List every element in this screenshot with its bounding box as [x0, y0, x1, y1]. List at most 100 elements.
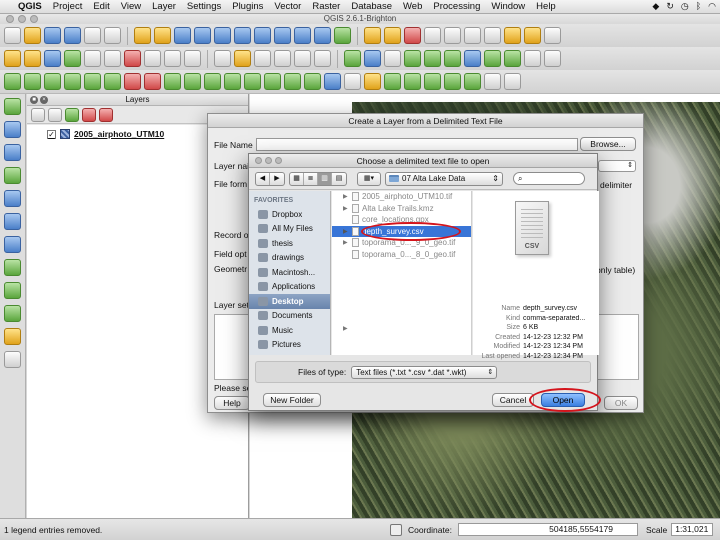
- expand-all-icon[interactable]: [82, 107, 96, 122]
- wifi-icon[interactable]: ◠: [708, 1, 716, 12]
- menu-vector[interactable]: Vector: [274, 1, 301, 12]
- filter-legend-icon[interactable]: [65, 107, 79, 122]
- zoom-in-icon[interactable]: [174, 27, 191, 44]
- grid-icon[interactable]: [544, 50, 561, 67]
- dropbox-status-icon[interactable]: ◆: [652, 1, 659, 12]
- statistics-icon[interactable]: [464, 27, 481, 44]
- save-edits-icon[interactable]: [44, 50, 61, 67]
- sidebar-item-desktop[interactable]: Desktop: [249, 294, 330, 309]
- field-calculator-icon[interactable]: [444, 27, 461, 44]
- zoom-full-icon[interactable]: [234, 27, 251, 44]
- add-vector-layer-icon[interactable]: [344, 50, 361, 67]
- path-dropdown[interactable]: 07 Alta Lake Data ⇕: [385, 171, 503, 186]
- split-parts-icon[interactable]: [224, 73, 241, 90]
- menu-settings[interactable]: Settings: [187, 1, 221, 12]
- sidebar-item-macintosh-hd[interactable]: Macintosh...: [249, 265, 330, 280]
- add-group-icon[interactable]: [48, 107, 62, 122]
- move-feature-icon[interactable]: [84, 50, 101, 67]
- scale-field[interactable]: 1:31,021: [671, 523, 714, 536]
- new-project-icon[interactable]: [4, 27, 21, 44]
- add-wfs-icon[interactable]: [504, 50, 521, 67]
- label-tool-icon[interactable]: [214, 50, 231, 67]
- icon-view-icon[interactable]: ▦: [290, 172, 304, 185]
- menu-app-name[interactable]: QGIS: [18, 1, 42, 12]
- menu-raster[interactable]: Raster: [312, 1, 340, 12]
- rotate-symbols-icon[interactable]: [284, 73, 301, 90]
- node-tool-icon[interactable]: [104, 50, 121, 67]
- zoom-next-icon[interactable]: [314, 27, 331, 44]
- bookmark-icon[interactable]: [524, 27, 541, 44]
- file-row[interactable]: toporama_0..._8_0_geo.tif: [332, 249, 471, 261]
- rotate-feature-icon[interactable]: [304, 73, 321, 90]
- sidebar-item-documents[interactable]: Documents: [249, 309, 330, 324]
- delete-ring-icon[interactable]: [124, 73, 141, 90]
- menu-edit[interactable]: Edit: [93, 1, 109, 12]
- minimize-chooser-icon[interactable]: [265, 157, 272, 164]
- layer-item[interactable]: ✓ 2005_airphoto_UTM10: [47, 129, 164, 139]
- move-label-icon[interactable]: [274, 50, 291, 67]
- add-wfs-layer-icon[interactable]: [4, 259, 21, 276]
- collapse-all-icon[interactable]: [99, 107, 113, 122]
- composer-manager-icon[interactable]: [104, 27, 121, 44]
- layer-name[interactable]: 2005_airphoto_UTM10: [74, 129, 164, 139]
- measure-icon[interactable]: [484, 27, 501, 44]
- file-name-input[interactable]: [256, 138, 578, 151]
- zoom-out-icon[interactable]: [194, 27, 211, 44]
- new-shapefile-icon[interactable]: [524, 50, 541, 67]
- raster-calc-icon[interactable]: [424, 73, 441, 90]
- menu-layer[interactable]: Layer: [152, 1, 176, 12]
- sidebar-item-pictures[interactable]: Pictures: [249, 338, 330, 353]
- print-composer-icon[interactable]: [84, 27, 101, 44]
- menu-view[interactable]: View: [121, 1, 141, 12]
- sidebar-item-thesis[interactable]: thesis: [249, 236, 330, 251]
- merge-attributes-icon[interactable]: [264, 73, 281, 90]
- add-mssql-layer-icon[interactable]: [4, 190, 21, 207]
- csv-layer-icon[interactable]: [344, 73, 361, 90]
- menu-project[interactable]: Project: [53, 1, 83, 12]
- rotate-label-icon[interactable]: [294, 50, 311, 67]
- zoom-last-icon[interactable]: [294, 27, 311, 44]
- add-spatialite-layer-icon[interactable]: [4, 167, 21, 184]
- terrain-icon[interactable]: [444, 73, 461, 90]
- refresh-icon[interactable]: [334, 27, 351, 44]
- coordinate-capture-icon[interactable]: [484, 73, 501, 90]
- deselect-icon[interactable]: [404, 27, 421, 44]
- sidebar-item-drawings[interactable]: drawings: [249, 251, 330, 266]
- time-machine-icon[interactable]: ◷: [681, 1, 689, 12]
- zoom-chooser-icon[interactable]: [275, 157, 282, 164]
- menu-processing[interactable]: Processing: [433, 1, 480, 12]
- add-vector-icon[interactable]: [4, 98, 21, 115]
- reverse-line-icon[interactable]: [324, 73, 341, 90]
- add-part-icon[interactable]: [84, 73, 101, 90]
- zonal-stats-icon[interactable]: [464, 73, 481, 90]
- sidebar-item-dropbox[interactable]: Dropbox: [249, 207, 330, 222]
- undo-icon[interactable]: [4, 73, 21, 90]
- bluetooth-icon[interactable]: ᛒ: [696, 1, 701, 12]
- add-oracle-icon[interactable]: [444, 50, 461, 67]
- reshape-icon[interactable]: [164, 73, 181, 90]
- text-annotation-icon[interactable]: [544, 27, 561, 44]
- list-view-icon[interactable]: ≣: [304, 172, 318, 185]
- menu-plugins[interactable]: Plugins: [232, 1, 263, 12]
- add-delimited-text-icon[interactable]: [384, 50, 401, 67]
- search-input[interactable]: ⌕: [513, 172, 585, 185]
- sidebar-item-applications[interactable]: Applications: [249, 280, 330, 295]
- layer-name-dropdown[interactable]: ⇕: [598, 160, 636, 172]
- browse-button[interactable]: Browse...: [580, 137, 636, 151]
- gps-layer-icon[interactable]: [4, 351, 21, 368]
- cancel-button[interactable]: Cancel: [492, 393, 534, 407]
- identify-icon[interactable]: [364, 27, 381, 44]
- new-spatialite-layer-icon[interactable]: [4, 328, 21, 345]
- file-row[interactable]: ▶ 2005_airphoto_UTM10.tif: [332, 191, 471, 203]
- interpolation-icon[interactable]: [404, 73, 421, 90]
- gps-tools-icon[interactable]: [504, 73, 521, 90]
- pan-hand-icon[interactable]: [134, 27, 151, 44]
- pan-to-selection-icon[interactable]: [154, 27, 171, 44]
- coordinate-toggle-icon[interactable]: [390, 523, 402, 536]
- add-raster-icon[interactable]: [4, 121, 21, 138]
- save-project-icon[interactable]: [44, 27, 61, 44]
- forward-icon[interactable]: ▶: [270, 173, 284, 185]
- add-spatialite-icon[interactable]: [404, 50, 421, 67]
- close-panel-icon[interactable]: ×: [40, 96, 48, 104]
- new-folder-button[interactable]: New Folder: [263, 393, 321, 407]
